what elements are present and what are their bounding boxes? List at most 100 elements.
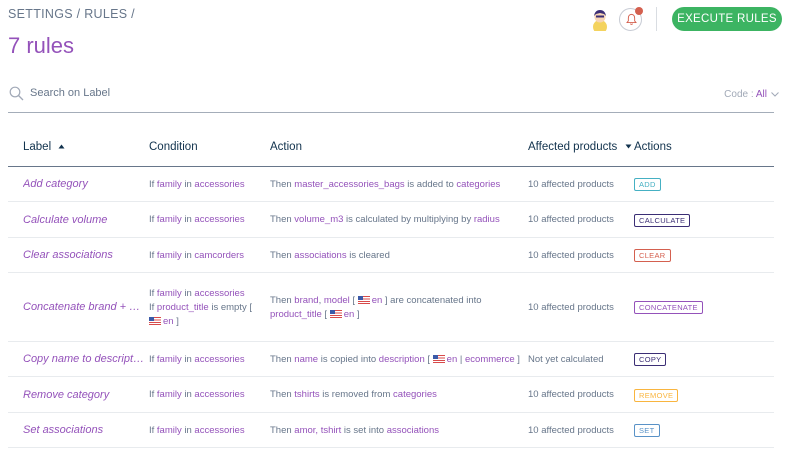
rule-label[interactable]: Calculate volume <box>23 202 145 238</box>
rule-action: Then master_accessories_bags is added to… <box>270 167 525 202</box>
code-filter-dropdown[interactable]: Code : All <box>724 89 779 100</box>
highlighted-value: master_accessories_bags <box>294 178 405 190</box>
code-filter-label: Code <box>724 89 749 100</box>
plain-text: [ <box>349 294 358 306</box>
notifications-button[interactable] <box>619 7 643 31</box>
highlighted-value: ecommerce <box>465 353 515 365</box>
highlighted-value: family <box>156 249 182 261</box>
highlighted-value: en <box>371 294 383 306</box>
sort-descending-icon <box>625 144 631 149</box>
highlighted-value: radius <box>473 214 500 225</box>
cell-line: Then associations is cleared <box>270 249 525 263</box>
plain-text: If <box>149 353 157 365</box>
execute-rules-button[interactable]: EXECUTE RULES <box>672 7 782 31</box>
rule-condition: If family in camcorders <box>149 238 267 273</box>
cell-line: Then name is copied into description [ e… <box>270 353 525 367</box>
plain-text: Then <box>270 294 295 306</box>
rule-type-badge: REMOVE <box>634 388 679 402</box>
plain-text: Then <box>270 214 295 225</box>
highlighted-value: product_title <box>156 301 209 313</box>
rule-condition: If family in accessories If product_title… <box>149 273 267 342</box>
plain-text: Then <box>270 389 295 400</box>
rule-action: Then volume_m3 is calculated by multiply… <box>270 202 525 238</box>
rule-type-badge: ADD <box>634 178 661 191</box>
rule-label[interactable]: Set associations <box>23 413 145 448</box>
highlighted-value: accessories <box>194 178 245 190</box>
column-header-label[interactable]: Label <box>23 141 65 153</box>
table-row[interactable]: Clear associations If family in camcorder… <box>8 238 774 273</box>
rule-label[interactable]: Clear associations <box>23 238 145 273</box>
cell-line: Then amor, tshirt is set into associatio… <box>270 424 525 438</box>
column-header-affected-text: Affected products <box>528 141 618 153</box>
highlighted-value: accessories <box>194 389 245 400</box>
table-row[interactable]: Remove category If family in accessories T… <box>8 377 774 413</box>
column-header-actions: Actions <box>634 141 672 153</box>
table-body: Add category If family in accessories Then… <box>8 167 774 448</box>
highlighted-value: accessories <box>194 287 245 299</box>
rule-type-cell: CONCATENATE <box>634 273 703 342</box>
affected-products: 10 affected products <box>528 389 614 400</box>
search-input[interactable] <box>30 87 330 99</box>
breadcrumb[interactable]: SETTINGS / RULES / <box>8 7 135 21</box>
highlighted-value: name <box>294 353 319 365</box>
plain-text: Then <box>270 353 295 365</box>
plain-text: If <box>149 424 157 436</box>
table-row[interactable]: Add category If family in accessories Then… <box>8 167 774 202</box>
plain-text: If <box>149 389 157 400</box>
highlighted-value: en <box>343 308 355 320</box>
rule-label[interactable]: Remove category <box>23 377 145 413</box>
column-header-affected[interactable]: Affected products <box>528 141 632 153</box>
column-header-action: Action <box>270 141 302 153</box>
plain-text: in <box>181 424 195 436</box>
plain-text: is cleared <box>346 249 390 261</box>
table-row[interactable]: Concatenate brand + m… If family in acces… <box>8 273 774 342</box>
rule-condition: If family in accessories <box>149 413 267 448</box>
cell-line: If family in accessories <box>149 424 267 438</box>
affected-products: 10 affected products <box>528 214 614 225</box>
plain-text: in <box>181 287 195 299</box>
plain-text: in <box>181 214 195 225</box>
highlighted-value: family <box>156 389 182 400</box>
plain-text: is set into <box>341 424 387 436</box>
cell-line: Then tshirts is removed from categories <box>270 388 525 402</box>
search-underline <box>8 112 774 113</box>
rule-type-badge: COPY <box>634 353 667 366</box>
table-row[interactable]: Calculate volume If family in accessories… <box>8 202 774 238</box>
table-row[interactable]: Copy name to description If family in acc… <box>8 342 774 377</box>
plain-text: ] <box>354 308 360 320</box>
rule-condition: If family in accessories <box>149 202 267 238</box>
cell-line: Then volume_m3 is calculated by multiply… <box>270 213 525 227</box>
highlighted-value: product_title <box>270 308 322 320</box>
plain-text: If <box>149 214 157 225</box>
highlighted-value: en <box>446 353 458 365</box>
user-avatar[interactable] <box>588 7 612 31</box>
table-row[interactable]: Set associations If family in accessories… <box>8 413 774 448</box>
rule-condition: If family in accessories <box>149 342 267 377</box>
code-filter-value: All <box>755 89 767 100</box>
plain-text: in <box>181 353 195 365</box>
cell-line: Then master_accessories_bags is added to… <box>270 178 525 192</box>
affected-products: 10 affected products <box>528 301 614 313</box>
rule-action: Then associations is cleared <box>270 238 525 273</box>
affected-products: 10 affected products <box>528 249 614 261</box>
cell-line: If family in accessories <box>149 287 267 301</box>
plain-text: Then <box>270 178 295 190</box>
rule-type-cell: SET <box>634 413 660 448</box>
plain-text: is added to <box>404 178 457 190</box>
plain-text: is copied into <box>318 353 379 365</box>
highlighted-value: brand <box>294 294 319 306</box>
rule-label[interactable]: Copy name to description <box>23 342 145 377</box>
highlighted-value: camcorders <box>194 249 245 261</box>
rule-action: Then amor, tshirt is set into associatio… <box>270 413 525 448</box>
cell-line: Then brand, model [ en ] are concatenate… <box>270 294 525 308</box>
rule-type-cell: CLEAR <box>634 238 671 273</box>
highlighted-value: tshirts <box>294 389 320 400</box>
rule-label[interactable]: Add category <box>23 167 145 202</box>
flag-us-icon <box>432 354 445 363</box>
rule-label[interactable]: Concatenate brand + m… <box>23 273 145 342</box>
highlighted-value: amor, tshirt <box>294 424 342 436</box>
rule-type-badge: CONCATENATE <box>634 301 703 314</box>
plain-text: in <box>181 389 195 400</box>
highlighted-value: description <box>378 353 425 365</box>
affected-products: Not yet calculated <box>528 353 604 365</box>
